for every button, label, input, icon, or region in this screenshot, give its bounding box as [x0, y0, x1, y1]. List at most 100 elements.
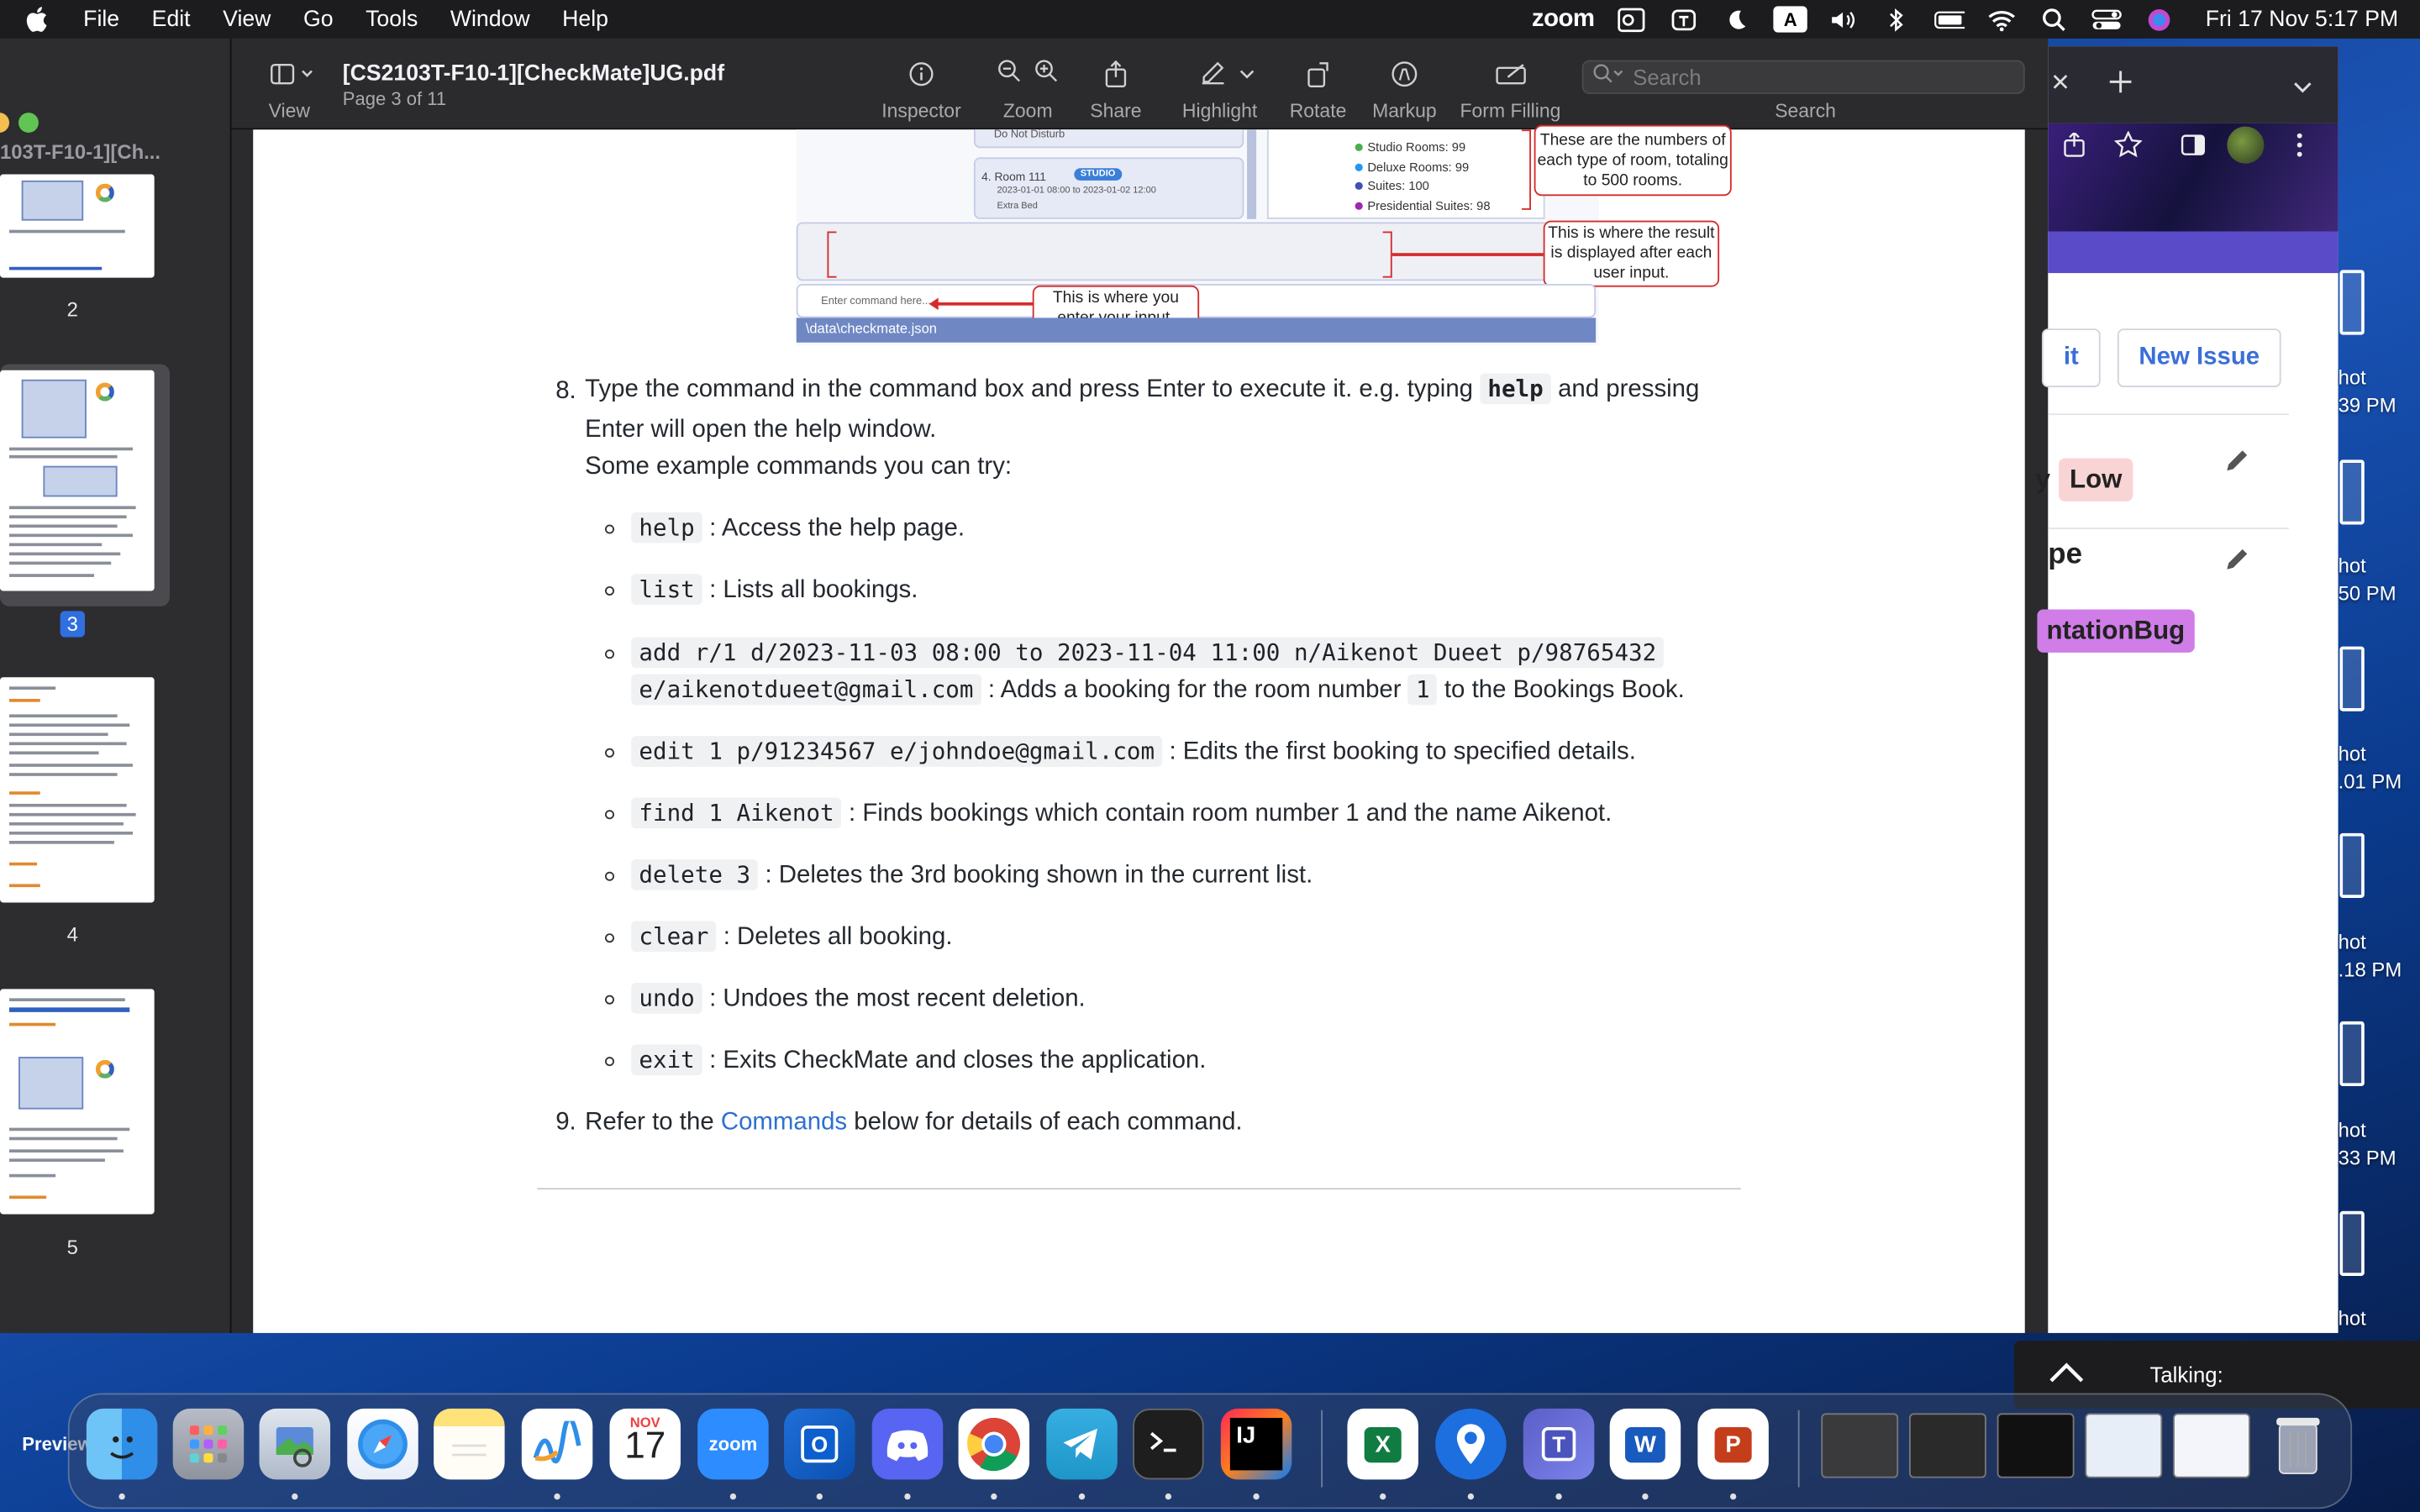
discord-icon[interactable] [871, 1408, 944, 1480]
control-center-icon[interactable] [2091, 7, 2123, 31]
thumbnail-page-5[interactable] [0, 989, 155, 1215]
safari-icon[interactable] [347, 1408, 418, 1480]
more-options-icon[interactable] [2295, 133, 2304, 165]
inspector-button[interactable]: Inspector [880, 39, 963, 129]
minimized-window-thumbnail[interactable] [1996, 1413, 2075, 1478]
screenshot-file-name[interactable]: hot 39 PM [2338, 364, 2396, 419]
priority-label-low[interactable]: Low [2059, 458, 2133, 501]
new-issue-button[interactable]: New Issue [2117, 328, 2281, 388]
thumbnail-page-2[interactable] [0, 174, 155, 278]
trash-icon[interactable] [2263, 1409, 2333, 1479]
screenshot-file-icon[interactable] [2339, 1021, 2365, 1087]
zoom-app-icon[interactable]: zoom [697, 1408, 769, 1480]
input-source-icon[interactable]: A [1773, 6, 1807, 33]
form-filling-button[interactable]: Form Filling [1460, 39, 1560, 129]
markup-button[interactable]: Markup [1370, 39, 1439, 129]
powerpoint-icon[interactable]: P [1697, 1408, 1769, 1480]
terminal-icon[interactable] [1133, 1408, 1204, 1480]
screenshot-file-icon[interactable] [2339, 1210, 2365, 1276]
screenshot-file-icon[interactable] [2339, 270, 2365, 335]
search-field[interactable] [1581, 60, 2025, 95]
minimized-window-thumbnail[interactable] [2173, 1413, 2250, 1478]
excel-icon[interactable]: X [1347, 1408, 1418, 1480]
bluetooth-icon[interactable] [1881, 7, 1912, 31]
commands-link[interactable]: Commands [721, 1110, 847, 1136]
screenshot-file-name[interactable]: hot .01 PM [2338, 741, 2402, 796]
menu-clock[interactable]: Fri 17 Nov 5:17 PM [2206, 7, 2398, 31]
menu-help[interactable]: Help [562, 7, 608, 31]
thumbnail-page-3[interactable] [0, 370, 155, 591]
menu-tools[interactable]: Tools [366, 7, 418, 31]
zoom-status-item[interactable]: zoom [1532, 5, 1595, 33]
zoom-in-icon[interactable] [1034, 58, 1059, 91]
teams-status-icon[interactable] [1669, 7, 1700, 31]
minimized-window-thumbnail[interactable] [1908, 1413, 1986, 1478]
highlight-button[interactable]: Highlight [1182, 39, 1272, 129]
sidebar-panel-icon[interactable] [2181, 133, 2206, 165]
share-page-icon[interactable] [2064, 131, 2086, 165]
minimize-button[interactable] [0, 113, 10, 133]
battery-icon[interactable] [1934, 7, 1965, 31]
thumbnail-page-4[interactable] [0, 677, 155, 903]
document-title[interactable]: [CS2103T-F10-1][CheckMate]UG.pdf [343, 61, 724, 86]
screenshot-file-icon[interactable] [2339, 646, 2365, 711]
menu-edit[interactable]: Edit [152, 7, 191, 31]
edit-type-pencil-icon[interactable] [2224, 544, 2252, 572]
chevron-up-icon[interactable] [2048, 1362, 2085, 1388]
moon-icon[interactable] [1721, 7, 1752, 31]
apple-icon[interactable] [22, 5, 50, 33]
new-tab-icon[interactable] [2108, 70, 2133, 102]
edit-priority-pencil-icon[interactable] [2224, 446, 2252, 474]
share-label: Share [1090, 100, 1142, 123]
zoom-window-button[interactable] [18, 113, 39, 133]
search-input[interactable] [1633, 65, 2004, 90]
screenshot-file-name[interactable]: hot 33 PM [2338, 1117, 2396, 1173]
finder-icon[interactable] [86, 1408, 158, 1480]
outlook-status-icon[interactable] [1616, 7, 1647, 32]
type-label-bug[interactable]: ntationBug [2037, 609, 2195, 653]
word-icon[interactable]: W [1609, 1408, 1681, 1480]
freeform-icon[interactable] [521, 1408, 593, 1480]
menu-window[interactable]: Window [450, 7, 530, 31]
teams-icon[interactable]: T [1523, 1408, 1595, 1480]
screenshot-file-name[interactable]: hot [2338, 1305, 2366, 1333]
telegram-icon[interactable] [1046, 1408, 1118, 1480]
tab-list-chevron-icon[interactable] [2293, 74, 2312, 102]
thumbnail-label-2: 2 [66, 297, 78, 322]
profile-avatar[interactable] [2227, 126, 2265, 164]
intellij-icon[interactable]: IJ [1220, 1408, 1292, 1480]
chevron-down-icon[interactable] [1239, 60, 1255, 88]
share-button[interactable]: Share [1086, 39, 1145, 129]
menu-view[interactable]: View [223, 7, 271, 31]
priority-prefix: y [2035, 464, 2050, 494]
calendar-icon[interactable]: NOV 17 [609, 1408, 681, 1480]
minimized-window-thumbnail[interactable] [1821, 1413, 1899, 1478]
bookmark-star-icon[interactable] [2113, 130, 2143, 166]
screenshot-file-name[interactable]: hot 50 PM [2338, 553, 2396, 608]
preview-app-icon[interactable] [259, 1408, 331, 1480]
notes-icon[interactable] [434, 1408, 505, 1480]
screenshot-file-name[interactable]: hot .18 PM [2338, 929, 2402, 984]
outlook-icon[interactable]: O [784, 1408, 855, 1480]
close-tab-icon[interactable] [2051, 71, 2070, 98]
document-viewport[interactable]: Do Not Disturb 4. Room 111 STUDIO 2023-0… [231, 124, 2049, 1333]
zoom-out-icon[interactable] [997, 58, 1022, 91]
maps-pin-icon[interactable] [1435, 1408, 1507, 1480]
volume-icon[interactable] [1829, 7, 1860, 31]
figure-command-box: Enter command here... [821, 296, 931, 307]
screenshot-file-icon[interactable] [2339, 459, 2365, 525]
screenshot-file-icon[interactable] [2339, 832, 2365, 898]
spotlight-search-icon[interactable] [2039, 7, 2070, 31]
minimized-window-thumbnail[interactable] [2085, 1413, 2163, 1478]
chrome-icon[interactable] [958, 1408, 1030, 1480]
list-item: exit : Exits CheckMate and closes the ap… [631, 1044, 1206, 1076]
menu-file[interactable]: File [83, 7, 119, 31]
menu-go[interactable]: Go [303, 7, 334, 31]
edit-button[interactable]: it [2041, 328, 2101, 388]
rotate-button[interactable]: Rotate [1289, 39, 1348, 129]
siri-icon[interactable] [2144, 7, 2175, 31]
zoom-button[interactable]: Zoom [989, 39, 1066, 129]
launchpad-icon[interactable] [172, 1408, 245, 1480]
wifi-icon[interactable] [1986, 7, 2018, 31]
view-button[interactable]: View [266, 39, 318, 129]
